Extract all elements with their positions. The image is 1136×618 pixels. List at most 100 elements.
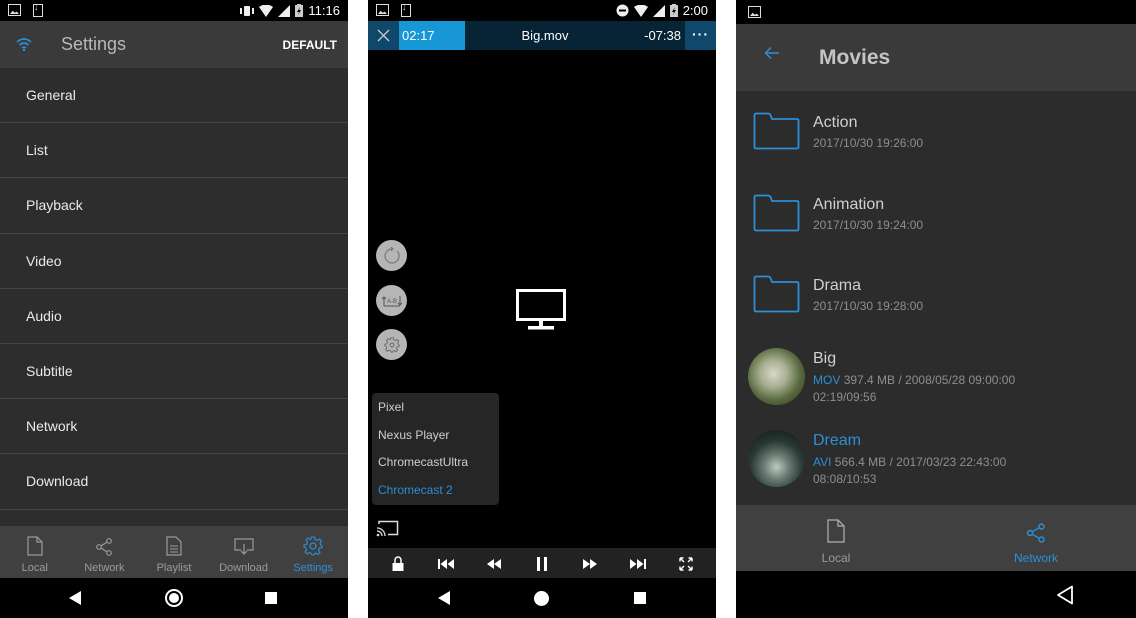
download-notification-icon [401, 2, 411, 17]
video-name: Big [813, 350, 837, 367]
home-icon[interactable] [534, 591, 549, 606]
player-settings-button[interactable] [376, 329, 407, 360]
page-title: Settings [61, 34, 127, 54]
video-format: AVI [813, 455, 832, 469]
remaining-time: -07:38 [644, 28, 681, 43]
share-icon [96, 538, 113, 556]
folder-item-animation[interactable]: Animation 2017/10/30 19:24:00 [736, 174, 1136, 254]
settings-item-label: Subtitle [26, 363, 73, 380]
lock-button[interactable] [383, 552, 413, 576]
video-item-big[interactable]: Big MOV 397.4 MB / 2008/05/28 09:00:00 0… [736, 337, 1136, 419]
ab-repeat-icon: A-B [381, 295, 402, 306]
video-thumbnail [748, 430, 805, 487]
skip-next-icon [630, 558, 646, 569]
settings-list: General List Playback Video Audio Subtit… [0, 68, 348, 510]
home-icon[interactable] [165, 589, 183, 607]
image-icon [8, 4, 21, 16]
share-icon [1026, 523, 1045, 543]
fast-forward-button[interactable] [575, 552, 605, 576]
rewind-button[interactable] [479, 552, 509, 576]
settings-item-label: Network [26, 418, 78, 435]
video-size-date: 566.4 MB / 2017/03/23 22:43:00 [834, 455, 1007, 469]
bottom-tab-bar: Local Network [736, 505, 1136, 571]
folder-item-drama[interactable]: Drama 2017/10/30 19:28:00 [736, 255, 1136, 335]
wifi-icon[interactable] [16, 37, 32, 51]
rotate-icon [384, 246, 400, 264]
folder-icon [753, 275, 800, 313]
settings-item-audio[interactable]: Audio [0, 289, 348, 344]
settings-item-subtitle[interactable]: Subtitle [0, 344, 348, 400]
tab-local[interactable]: Local [736, 505, 936, 571]
close-button[interactable] [368, 21, 399, 50]
recents-icon[interactable] [634, 592, 646, 604]
clock: 2:00 [682, 3, 708, 18]
folder-name: Drama [813, 277, 862, 294]
image-icon [748, 6, 761, 18]
tab-settings[interactable]: Settings [278, 526, 348, 578]
settings-item-label: General [26, 87, 76, 104]
clock: 11:16 [308, 3, 340, 18]
folder-item-action[interactable]: Action 2017/10/30 19:26:00 [736, 92, 1136, 172]
settings-item-network[interactable]: Network [0, 399, 348, 455]
skip-next-button[interactable] [623, 552, 653, 576]
dnd-icon [616, 4, 629, 17]
download-icon [233, 538, 254, 555]
recents-icon[interactable] [265, 592, 277, 604]
settings-item-video[interactable]: Video [0, 234, 348, 289]
tab-network[interactable]: Network [70, 526, 140, 578]
default-button[interactable]: DEFAULT [283, 38, 337, 52]
tab-label: Local [21, 562, 48, 574]
tab-download[interactable]: Download [209, 526, 279, 578]
cast-device-chromecast-ultra[interactable]: ChromecastUltra [372, 449, 499, 477]
battery-charging-icon [669, 4, 678, 17]
pause-button[interactable] [527, 552, 557, 576]
cast-icon[interactable] [376, 520, 400, 538]
back-arrow-icon[interactable] [764, 46, 780, 60]
folder-name: Animation [813, 196, 885, 213]
settings-item-general[interactable]: General [0, 68, 348, 124]
rotate-button[interactable] [376, 240, 407, 271]
elapsed-time: 02:17 [399, 21, 465, 50]
vibrate-icon [240, 5, 255, 16]
skip-previous-button[interactable] [431, 552, 461, 576]
tab-playlist[interactable]: Playlist [139, 526, 209, 578]
more-options-button[interactable]: ··· [685, 21, 716, 50]
cast-device-pixel[interactable]: Pixel [372, 394, 499, 422]
back-icon[interactable] [69, 591, 81, 605]
video-size-date: 397.4 MB / 2008/05/28 09:00:00 [843, 373, 1016, 387]
tab-label: Network [1013, 551, 1058, 565]
ab-repeat-button[interactable]: A-B [376, 285, 407, 316]
back-icon[interactable] [438, 591, 450, 605]
settings-item-playback[interactable]: Playback [0, 178, 348, 234]
file-icon [27, 536, 43, 556]
folder-icon [753, 112, 800, 150]
back-icon[interactable] [1056, 585, 1074, 605]
video-progress: 02:19/09:56 [813, 390, 877, 404]
settings-item-list[interactable]: List [0, 123, 348, 179]
system-nav-bar [368, 578, 716, 618]
tab-network[interactable]: Network [936, 505, 1136, 571]
tab-label: Download [219, 562, 269, 574]
cast-device-nexus-player[interactable]: Nexus Player [372, 422, 499, 450]
page-title: Movies [819, 46, 891, 69]
settings-item-label: Playback [26, 197, 83, 214]
tab-local[interactable]: Local [0, 526, 70, 578]
settings-item-label: List [26, 142, 48, 159]
settings-screen: 11:16 Settings DEFAULT General List Play… [0, 0, 348, 618]
toolbar: Movies [736, 24, 1136, 91]
video-format: MOV [813, 373, 841, 387]
video-thumbnail [748, 348, 805, 405]
video-item-dream[interactable]: Dream AVI 566.4 MB / 2017/03/23 22:43:00… [736, 419, 1136, 501]
movies-screen: Movies Action 2017/10/30 19:26:00 Animat… [736, 0, 1136, 618]
settings-item-download[interactable]: Download [0, 454, 348, 510]
fullscreen-icon [679, 556, 693, 571]
system-nav-bar [0, 578, 348, 618]
settings-item-label: Audio [26, 307, 62, 324]
folder-name: Action [813, 114, 858, 131]
tab-label: Playlist [156, 562, 192, 574]
fullscreen-button[interactable] [671, 552, 701, 576]
gear-icon [303, 536, 323, 556]
player-top-bar: 02:17 Big.mov -07:38 ··· [368, 21, 716, 50]
playback-controls [368, 548, 716, 579]
cast-device-chromecast-2[interactable]: Chromecast 2 [372, 477, 499, 505]
